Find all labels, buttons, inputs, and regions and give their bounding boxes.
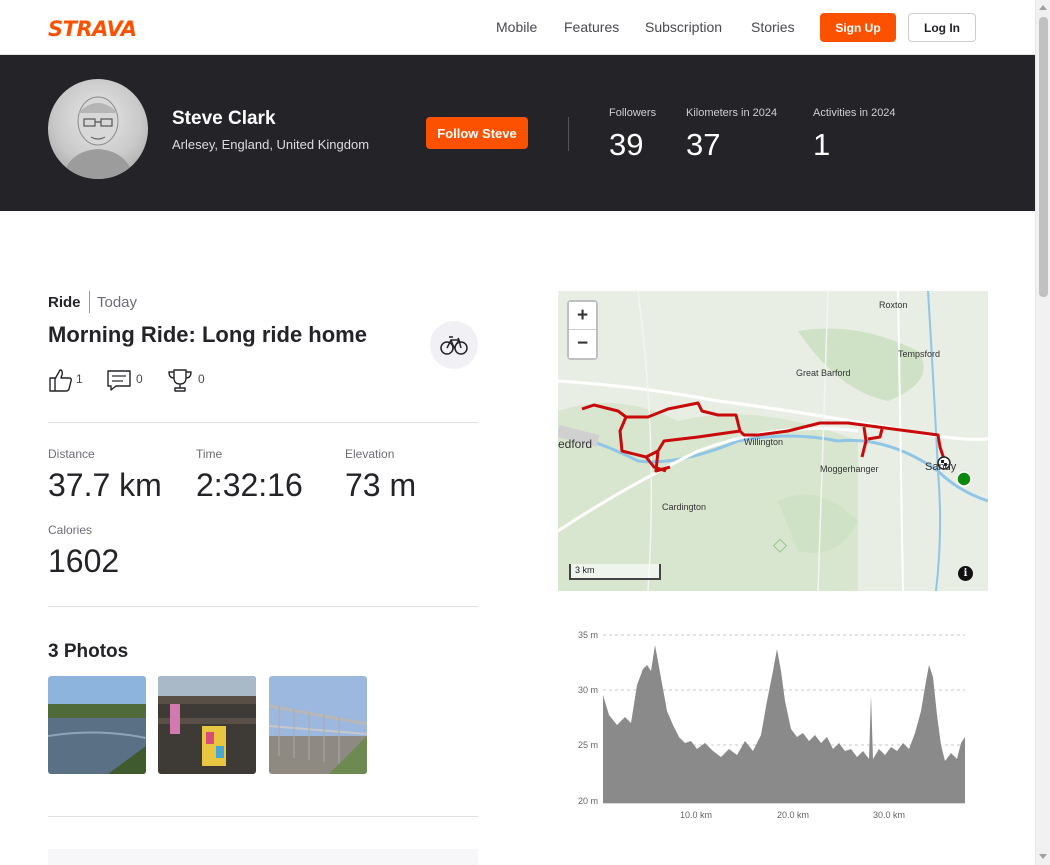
divider — [89, 291, 90, 313]
bike-icon — [440, 336, 468, 355]
page-scrollbar[interactable] — [1035, 0, 1050, 865]
photo-thumbnail[interactable] — [48, 676, 146, 774]
photo-thumbnail[interactable] — [158, 676, 256, 774]
map-label-bedford: edford — [558, 437, 593, 451]
sign-up-button[interactable]: Sign Up — [820, 13, 896, 42]
achievements-button[interactable] — [167, 367, 193, 393]
elevation-profile[interactable]: 35 m 30 m 25 m 20 m 10.0 km 20.0 km 30.0… — [565, 625, 975, 825]
info-icon[interactable]: i — [958, 566, 973, 581]
distance-label: Distance — [48, 447, 95, 461]
map-label-sandy: Sandy — [925, 461, 957, 473]
x-tick-20km: 20.0 km — [777, 810, 810, 820]
activity-title: Morning Ride: Long ride home — [48, 322, 367, 347]
achievements-count: 0 — [198, 372, 205, 386]
route-map[interactable]: Roxton Tempsford Great Barford edford Wi… — [558, 291, 988, 591]
zoom-in-button[interactable]: + — [569, 302, 596, 330]
activity-date: Today — [97, 294, 138, 311]
y-tick-30: 30 m — [578, 685, 599, 695]
divider — [48, 422, 478, 423]
map-label-great-barford: Great Barford — [796, 368, 851, 378]
sport-type-badge — [430, 321, 478, 369]
map-label-willington: Willington — [744, 437, 784, 447]
kudos-count: 1 — [76, 372, 83, 386]
scroll-thumb[interactable] — [1039, 17, 1048, 297]
elevation-value: 73 m — [345, 467, 417, 503]
athlete-name[interactable]: Steve Clark — [172, 108, 276, 130]
scroll-down-icon[interactable] — [1039, 854, 1047, 859]
kilometers-label: Kilometers in 2024 — [686, 107, 778, 119]
photo-thumbnail[interactable] — [269, 676, 367, 774]
divider — [48, 606, 478, 607]
map-label-roxton: Roxton — [879, 300, 908, 310]
followers-value: 39 — [609, 127, 644, 162]
time-value: 2:32:16 — [196, 467, 303, 503]
nav-link-subscription[interactable]: Subscription — [645, 19, 722, 35]
nav-link-mobile[interactable]: Mobile — [496, 19, 537, 35]
x-tick-30km: 30.0 km — [873, 810, 906, 820]
map-zoom-control: + − — [567, 300, 598, 360]
athlete-header: Steve Clark Arlesey, England, United Kin… — [0, 55, 1035, 211]
elevation-chart — [603, 634, 965, 804]
strava-logo[interactable]: STRAVA — [48, 17, 137, 41]
activities-label: Activities in 2024 — [813, 107, 896, 119]
kudos-button[interactable] — [48, 367, 74, 393]
kilometers-value: 37 — [686, 127, 721, 162]
comments-count: 0 — [136, 372, 143, 386]
thumbs-up-icon — [49, 369, 72, 392]
y-tick-35: 35 m — [578, 630, 599, 640]
calories-value: 1602 — [48, 543, 120, 579]
zoom-out-button[interactable]: − — [569, 330, 596, 358]
x-tick-10km: 10.0 km — [680, 810, 713, 820]
photos-heading: 3 Photos — [48, 641, 129, 662]
segments-section — [48, 849, 478, 865]
nav-link-features[interactable]: Features — [564, 19, 619, 35]
activity-type: Ride — [48, 294, 81, 311]
divider — [48, 816, 478, 817]
comment-icon — [107, 370, 131, 391]
comments-button[interactable] — [106, 367, 132, 393]
athlete-location: Arlesey, England, United Kingdom — [172, 137, 370, 152]
distance-value: 37.7 km — [48, 467, 162, 503]
divider — [568, 117, 569, 151]
y-tick-20: 20 m — [578, 796, 599, 806]
trophy-icon — [168, 369, 192, 392]
follow-button[interactable]: Follow Steve — [426, 117, 528, 149]
map-label-cardington: Cardington — [662, 502, 707, 512]
followers-label: Followers — [609, 107, 657, 119]
top-nav: STRAVA Mobile Features Subscription Stor… — [0, 0, 1035, 55]
time-label: Time — [196, 447, 223, 461]
y-tick-25: 25 m — [578, 740, 599, 750]
map-label-tempsford: Tempsford — [898, 349, 941, 359]
map-label-moggerhanger: Moggerhanger — [820, 464, 879, 474]
scroll-up-icon[interactable] — [1039, 5, 1047, 10]
calories-label: Calories — [48, 523, 93, 537]
nav-link-stories[interactable]: Stories — [751, 19, 795, 35]
avatar[interactable] — [48, 79, 148, 179]
log-in-button[interactable]: Log In — [908, 13, 976, 42]
elevation-label: Elevation — [345, 447, 395, 461]
map-scale-bar: 3 km — [569, 564, 661, 580]
activities-value: 1 — [813, 127, 831, 162]
